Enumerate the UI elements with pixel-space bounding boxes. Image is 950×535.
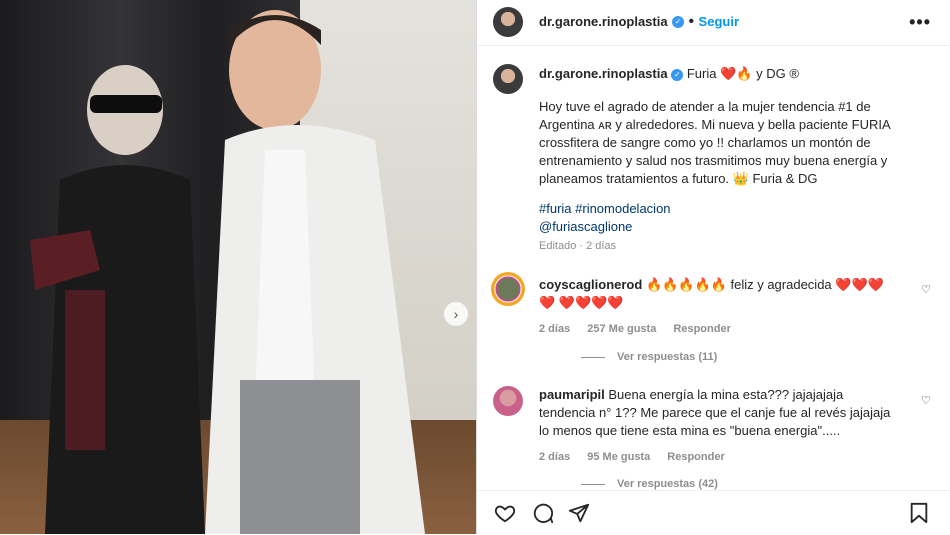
heart-icon[interactable] xyxy=(493,501,517,525)
caption-head-name: Furia xyxy=(686,66,717,81)
follow-button[interactable]: Seguir xyxy=(699,14,739,29)
view-replies-button[interactable]: Ver respuestas (11) xyxy=(581,351,717,363)
view-replies-button[interactable]: Ver respuestas (42) xyxy=(581,478,718,490)
comment-item: paumaripil Buena energía la mina esta???… xyxy=(539,386,899,466)
author-avatar[interactable] xyxy=(493,7,523,37)
post-action-bar xyxy=(477,490,950,535)
more-options-icon[interactable]: ••• xyxy=(909,12,931,33)
heart-icon[interactable]: ♡ xyxy=(921,394,931,407)
post-header: dr.garone.rinoplastia ✓ • Seguir ••• xyxy=(477,0,950,46)
post-caption: Hoy tuve el agrado de atender a la mujer… xyxy=(539,98,904,188)
verified-badge-icon: ✓ xyxy=(671,68,684,81)
comment-likes[interactable]: 95 Me gusta xyxy=(587,451,650,463)
send-icon[interactable] xyxy=(567,501,591,525)
comment-actions: 2 días 95 Me gusta Responder xyxy=(539,448,899,466)
comment-time[interactable]: 2 días xyxy=(539,451,570,463)
comment-actions: 2 días 257 Me gusta Responder xyxy=(539,320,899,338)
edited-timestamp: Editado · 2 días xyxy=(539,240,617,252)
caption-header: dr.garone.rinoplastia ✓ Furia ❤️🔥 y DG ® xyxy=(539,66,799,82)
comment-username[interactable]: paumaripil xyxy=(539,387,605,402)
carousel-next-button[interactable]: › xyxy=(444,302,468,326)
person-right-figure xyxy=(205,10,425,534)
comment-avatar[interactable] xyxy=(493,386,523,416)
comment-time[interactable]: 2 días xyxy=(539,323,570,335)
author-username[interactable]: dr.garone.rinoplastia xyxy=(539,14,668,29)
bookmark-icon[interactable] xyxy=(907,501,931,525)
comment-likes[interactable]: 257 Me gusta xyxy=(587,323,656,335)
caption-author-avatar[interactable] xyxy=(493,64,523,94)
comment-avatar[interactable] xyxy=(491,272,525,306)
caption-head-tail: y DG ® xyxy=(756,66,799,81)
caption-mention[interactable]: @furiascaglione xyxy=(539,218,671,236)
caption-author-username[interactable]: dr.garone.rinoplastia xyxy=(539,66,668,81)
caption-head-emojis: ❤️🔥 xyxy=(720,66,753,81)
caption-tags: #furia #rinomodelacion @furiascaglione xyxy=(539,200,671,236)
comment-reply-button[interactable]: Responder xyxy=(667,451,724,463)
caption-hashtags[interactable]: #furia #rinomodelacion xyxy=(539,200,671,218)
comment-icon[interactable] xyxy=(531,501,555,525)
comment-reply-button[interactable]: Responder xyxy=(673,323,730,335)
person-left-figure xyxy=(30,65,205,534)
heart-icon[interactable]: ♡ xyxy=(921,283,931,296)
chevron-right-icon: › xyxy=(453,306,459,322)
post-side-panel: dr.garone.rinoplastia ✓ • Seguir ••• dr.… xyxy=(476,0,950,535)
verified-badge-icon: ✓ xyxy=(672,15,685,28)
post-photo: › xyxy=(0,0,476,534)
comment-username[interactable]: coyscaglionerod xyxy=(539,277,642,292)
comment-item: coyscaglionerod 🔥🔥🔥🔥🔥 feliz y agradecida… xyxy=(539,276,899,338)
caption-text: Hoy tuve el agrado de atender a la mujer… xyxy=(539,99,890,186)
